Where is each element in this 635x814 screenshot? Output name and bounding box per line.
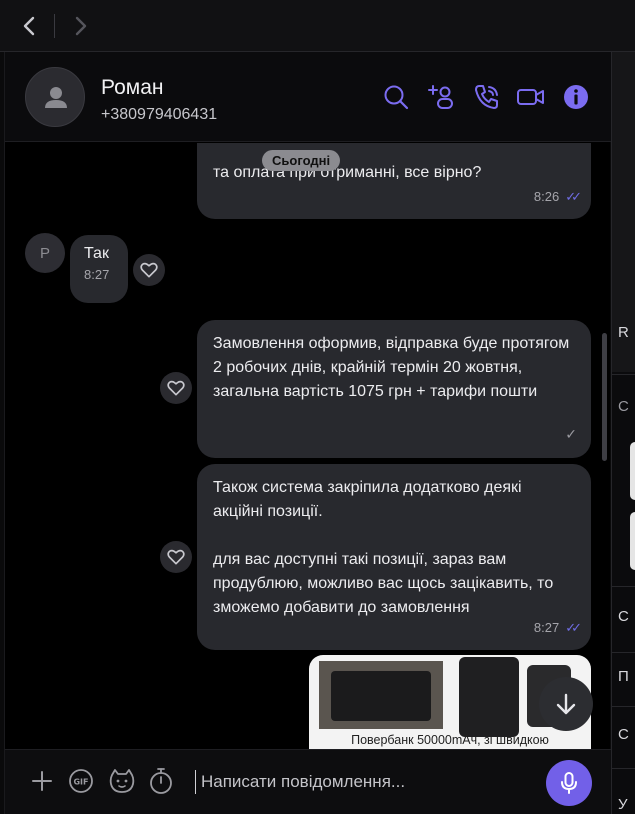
sender-avatar[interactable]: Р — [25, 233, 65, 273]
info-icon — [564, 85, 588, 109]
like-button[interactable] — [133, 254, 165, 286]
add-user-icon — [428, 85, 453, 109]
read-check-icon: ✓✓ — [565, 189, 582, 204]
media-thumbnail[interactable] — [630, 512, 635, 570]
video-icon — [517, 89, 544, 105]
message-meta: 8:27 ✓✓ — [533, 616, 582, 640]
user-silhouette-icon — [45, 87, 67, 108]
heart-icon — [167, 549, 185, 565]
panel-label: С — [618, 608, 629, 625]
panel-label: У — [618, 796, 628, 813]
video-call-button[interactable] — [516, 82, 546, 112]
call-button[interactable] — [472, 82, 502, 112]
add-participant-button[interactable] — [427, 82, 457, 112]
text-caret — [195, 770, 196, 794]
heart-icon — [140, 262, 158, 278]
date-separator: Сьогодні — [262, 150, 341, 171]
image-caption: Повербанк 50000mAч, зі швидкою — [351, 733, 549, 747]
like-button[interactable] — [160, 541, 192, 573]
gif-icon: GIF — [69, 769, 93, 793]
message-outgoing[interactable]: та оплата при отриманні, все вірно? 8:26… — [197, 143, 591, 219]
plus-icon — [32, 771, 52, 791]
message-text: Замовлення оформив, відправка буде протя… — [213, 335, 570, 400]
arrow-down-icon — [556, 693, 576, 715]
contact-name[interactable]: Роман — [101, 76, 163, 100]
info-side-panel: R С С П С У — [611, 52, 635, 814]
message-composer: GIF — [5, 749, 611, 814]
chevron-left-icon — [23, 16, 35, 36]
panel-label: С — [618, 726, 629, 743]
panel-label: С — [618, 398, 629, 415]
voice-message-button[interactable] — [546, 760, 592, 806]
gif-button[interactable]: GIF — [66, 766, 96, 796]
message-meta: 8:26 ✓✓ — [533, 185, 582, 209]
forward-button[interactable] — [66, 12, 94, 40]
sticker-icon — [109, 769, 135, 793]
chat-header: Роман +380979406431 — [5, 52, 611, 142]
panel-label: R — [618, 324, 629, 341]
scroll-to-bottom-button[interactable] — [539, 677, 593, 731]
phone-icon — [475, 85, 498, 109]
message-text: Також система закріпила додатково деякі … — [213, 479, 522, 520]
message-text: для вас доступні такі позиції, зараз вам… — [213, 551, 554, 616]
heart-icon — [167, 380, 185, 396]
chevron-right-icon — [75, 16, 87, 36]
message-time: 8:27 — [533, 620, 560, 635]
like-button[interactable] — [160, 372, 192, 404]
message-scrollbar[interactable] — [602, 333, 607, 461]
message-text: Так — [84, 245, 109, 262]
panel-label: П — [618, 668, 629, 685]
toolbar-divider — [54, 14, 55, 38]
product-photo — [459, 657, 519, 737]
sticker-button[interactable] — [107, 766, 137, 796]
message-list[interactable]: Сьогодні та оплата при отриманні, все ві… — [5, 143, 611, 749]
product-device — [331, 671, 431, 721]
message-input[interactable] — [201, 764, 531, 800]
delivered-check-icon: ✓ — [565, 426, 577, 442]
search-icon — [384, 85, 409, 110]
attach-button[interactable] — [27, 766, 57, 796]
media-thumbnail[interactable] — [630, 442, 635, 500]
mic-icon — [561, 772, 577, 794]
message-outgoing[interactable]: Також система закріпила додатково деякі … — [197, 464, 591, 650]
message-time: 8:27 — [84, 267, 110, 282]
message-time: 8:26 — [533, 189, 560, 204]
message-meta: ✓ — [565, 422, 577, 446]
back-button[interactable] — [16, 12, 44, 40]
timer-button[interactable] — [146, 766, 176, 796]
svg-text:GIF: GIF — [73, 778, 88, 787]
product-photo — [319, 661, 443, 729]
message-outgoing[interactable]: Замовлення оформив, відправка буде протя… — [197, 320, 591, 458]
window-toolbar — [0, 0, 635, 52]
timer-icon — [150, 768, 172, 794]
contact-phone: +380979406431 — [101, 106, 218, 123]
read-check-icon: ✓✓ — [565, 620, 582, 635]
info-button[interactable] — [561, 82, 591, 112]
chat-panel: Роман +380979406431 Сьогодні та оплата п… — [4, 52, 611, 814]
message-incoming[interactable]: Так 8:27 — [70, 235, 128, 303]
search-button[interactable] — [381, 82, 411, 112]
contact-avatar[interactable] — [25, 67, 85, 127]
